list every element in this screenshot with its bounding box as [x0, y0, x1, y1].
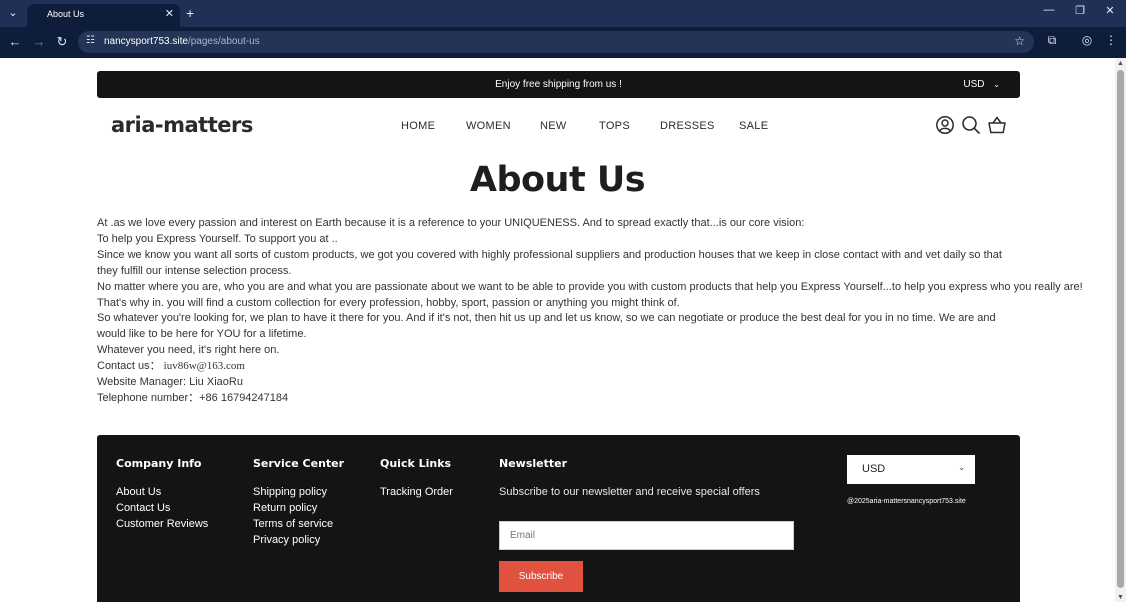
footer-currency-value: USD [862, 463, 886, 475]
footer-link-privacy-policy[interactable]: Privacy policy [253, 534, 320, 546]
tab-close-icon[interactable]: ✕ [165, 7, 174, 20]
footer-link-customer-reviews[interactable]: Customer Reviews [116, 518, 208, 530]
account-icon[interactable] [935, 115, 955, 135]
nav-home[interactable]: HOME [401, 120, 435, 132]
announcement-bar: Enjoy free shipping from us ! USD ⌄ [97, 71, 1020, 98]
url-path: /pages/about-us [187, 36, 260, 47]
footer-newsletter-heading: Newsletter [499, 457, 568, 470]
scrollbar-thumb[interactable] [1117, 70, 1124, 588]
about-us-content: At .as we love every passion and interes… [97, 216, 1083, 407]
copyright-text: @2025aria-mattersnancysport753.site [847, 498, 966, 505]
extensions-puzzle-icon[interactable]: ⧉ [1043, 33, 1061, 48]
about-paragraph-6: So whatever you're looking for, we plan … [97, 312, 996, 341]
footer-link-about-us[interactable]: About Us [116, 486, 161, 498]
contact-label: Contact us： [97, 360, 161, 373]
footer-link-tracking-order[interactable]: Tracking Order [380, 486, 453, 498]
about-paragraph-2: To help you Express Yourself. To support… [97, 232, 338, 245]
cart-basket-icon[interactable] [987, 115, 1007, 135]
browser-tab-strip: ⌄ About Us ✕ + — ❐ ✕ [0, 0, 1126, 27]
contact-line: Contact us： iuv86w@163.com [97, 359, 1022, 375]
about-paragraph-1: At .as we love every passion and interes… [97, 217, 805, 229]
page-viewport: Enjoy free shipping from us ! USD ⌄ aria… [0, 58, 1126, 602]
bookmark-star-icon[interactable]: ☆ [1014, 34, 1025, 48]
chevron-down-icon: ⌄ [958, 463, 965, 472]
tab-search-chevron-down-icon[interactable]: ⌄ [5, 5, 21, 21]
announcement-text: Enjoy free shipping from us ! [495, 79, 622, 90]
newsletter-subtitle: Subscribe to our newsletter and receive … [499, 486, 760, 498]
footer-company-heading: Company Info [116, 457, 202, 470]
footer-link-contact-us[interactable]: Contact Us [116, 502, 170, 514]
footer-quick-links-heading: Quick Links [380, 457, 452, 470]
url-text[interactable]: nancysport753.site/pages/about-us [104, 36, 260, 47]
site-info-tune-icon[interactable]: ☷ [86, 35, 95, 46]
restore-icon[interactable]: ❐ [1071, 4, 1089, 17]
contact-email: iuv86w@163.com [163, 360, 245, 373]
newsletter-email-input[interactable] [499, 521, 794, 550]
about-paragraph-3: Since we know you want all sorts of cust… [97, 248, 1002, 277]
nav-dresses[interactable]: DRESSES [660, 120, 715, 132]
nav-tops[interactable]: TOPS [599, 120, 630, 132]
footer-link-return-policy[interactable]: Return policy [253, 502, 317, 514]
page-title: About Us [469, 160, 646, 200]
site-logo[interactable]: aria-matters [111, 113, 253, 137]
search-icon[interactable] [961, 115, 981, 135]
website-manager: Website Manager: Liu XiaoRu [97, 376, 243, 389]
announcement-currency-selector[interactable]: USD ⌄ [963, 79, 1000, 90]
about-paragraph-4: No matter where you are, who you are and… [97, 280, 1083, 293]
about-paragraph-7: Whatever you need, it's right here on. [97, 344, 280, 357]
footer-currency-select[interactable]: USD ⌄ [847, 455, 975, 484]
page-scrollbar[interactable]: ▲ ▼ [1115, 58, 1126, 602]
footer-link-terms-of-service[interactable]: Terms of service [253, 518, 333, 530]
subscribe-button[interactable]: Subscribe [499, 561, 583, 592]
footer-service-heading: Service Center [253, 457, 345, 470]
forward-arrow-icon[interactable]: → [31, 34, 47, 50]
announcement-currency-value: USD [963, 79, 985, 90]
site-footer: Company Info About Us Contact Us Custome… [97, 435, 1020, 602]
nav-sale[interactable]: SALE [739, 120, 768, 132]
footer-link-shipping-policy[interactable]: Shipping policy [253, 486, 327, 498]
reload-icon[interactable]: ↻ [54, 34, 70, 50]
back-arrow-icon[interactable]: ← [7, 34, 23, 50]
browser-tab-active[interactable]: About Us ✕ [27, 4, 180, 27]
chevron-down-icon: ⌄ [993, 80, 1000, 89]
window-close-icon[interactable]: ✕ [1101, 4, 1119, 17]
new-tab-plus-icon[interactable]: + [186, 5, 194, 21]
tab-title: About Us [47, 9, 85, 19]
profile-account-icon[interactable]: ◎ [1078, 33, 1096, 47]
browser-toolbar: ← → ↻ ☷ nancysport753.site/pages/about-u… [0, 27, 1126, 58]
telephone-number: Telephone number：+86 16794247184 [97, 391, 289, 404]
url-host: nancysport753.site [104, 36, 188, 47]
nav-new[interactable]: NEW [540, 120, 567, 132]
address-bar[interactable]: ☷ nancysport753.site/pages/about-us ☆ [78, 31, 1034, 53]
scroll-up-arrow-icon[interactable]: ▲ [1117, 60, 1124, 67]
about-paragraph-5: That's why in. you will find a custom co… [97, 296, 680, 309]
kebab-menu-icon[interactable]: ⋮ [1102, 33, 1120, 47]
nav-women[interactable]: WOMEN [466, 120, 511, 132]
minimize-icon[interactable]: — [1040, 4, 1058, 16]
scroll-down-arrow-icon[interactable]: ▼ [1117, 594, 1124, 601]
